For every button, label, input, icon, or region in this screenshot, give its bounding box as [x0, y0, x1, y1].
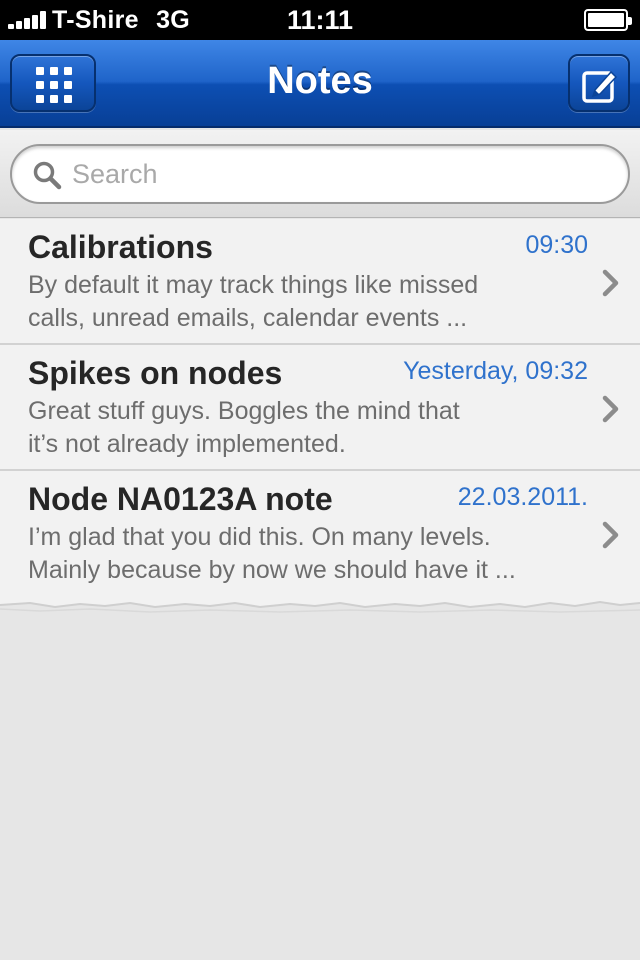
note-date: Yesterday, 09:32 — [403, 357, 588, 385]
compose-icon — [582, 70, 618, 103]
compose-button[interactable] — [568, 54, 630, 112]
chevron-right-icon — [602, 269, 619, 297]
note-preview-line: Mainly because by now we should have it … — [28, 556, 516, 584]
status-time: 11:11 — [286, 5, 354, 35]
note-preview-line: I’m glad that you did this. On many leve… — [28, 523, 491, 551]
chevron-right-icon — [602, 395, 619, 423]
note-preview-line: it’s not already implemented. — [28, 430, 346, 458]
note-title: Node NA0123A note — [28, 481, 333, 517]
note-item[interactable]: Calibrations 09:30 By default it may tra… — [0, 219, 640, 345]
note-preview: Great stuff guys. Boggles the mind that … — [28, 395, 568, 461]
search-field[interactable] — [10, 144, 630, 204]
status-bar: T-Shire 3G 11:11 — [0, 0, 640, 40]
search-input[interactable] — [72, 156, 612, 192]
page-title: Notes — [267, 60, 373, 102]
notes-list: Calibrations 09:30 By default it may tra… — [0, 219, 640, 597]
note-preview-line: Great stuff guys. Boggles the mind that — [28, 397, 460, 425]
note-title: Spikes on nodes — [28, 355, 283, 391]
note-preview: By default it may track things like miss… — [28, 269, 568, 335]
torn-paper-edge — [0, 595, 640, 613]
search-bar — [0, 130, 640, 218]
nav-bar: Notes — [0, 40, 640, 128]
note-date: 22.03.2011. — [457, 483, 588, 511]
note-preview-line: By default it may track things like miss… — [28, 271, 479, 299]
note-preview-line: calls, unread emails, calendar events ..… — [28, 304, 468, 332]
note-item[interactable]: Spikes on nodes Yesterday, 09:32 Great s… — [0, 345, 640, 471]
note-title: Calibrations — [28, 229, 213, 265]
search-icon — [33, 161, 62, 190]
note-item[interactable]: Node NA0123A note 22.03.2011. I’m glad t… — [0, 471, 640, 597]
chevron-right-icon — [602, 521, 619, 549]
note-date: 09:30 — [525, 231, 588, 259]
note-preview: I’m glad that you did this. On many leve… — [28, 521, 568, 587]
battery-icon — [584, 9, 632, 31]
